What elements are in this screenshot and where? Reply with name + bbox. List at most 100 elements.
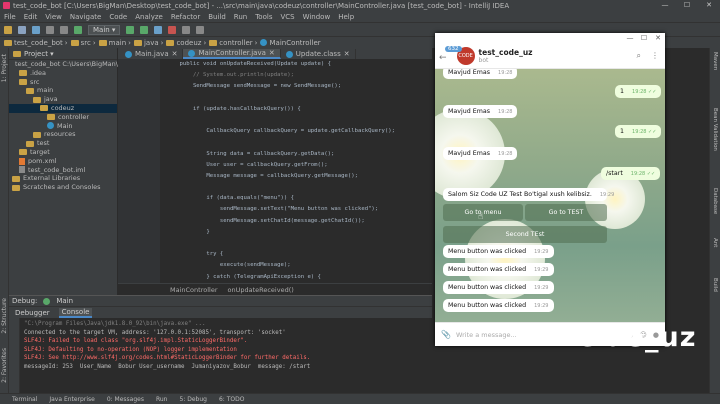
- tree-item[interactable]: main: [9, 86, 117, 95]
- project-tool-tab[interactable]: 1: Project: [1, 54, 8, 82]
- code-line[interactable]: CallbackQuery callbackQuery = update.get…: [166, 126, 428, 137]
- menu-tools[interactable]: Tools: [255, 13, 272, 21]
- nav-crumb-controller[interactable]: controller ›: [209, 39, 257, 47]
- tab-console[interactable]: Console: [58, 307, 93, 318]
- code-line[interactable]: [166, 137, 428, 148]
- message-incoming[interactable]: Mavjud Emas 19:28: [443, 105, 518, 118]
- message-incoming[interactable]: Menu button was clicked 19:29: [443, 245, 554, 258]
- debug-tab[interactable]: 5: Debug: [180, 396, 207, 403]
- code-line[interactable]: try {: [166, 249, 428, 260]
- message-outgoing[interactable]: 1 19:28 ✓✓: [615, 125, 662, 138]
- code-line[interactable]: }: [166, 227, 428, 238]
- code-line[interactable]: // System.out.println(update);: [166, 70, 428, 81]
- menu-build[interactable]: Build: [208, 13, 226, 21]
- sync-icon[interactable]: [32, 25, 40, 34]
- more-vert-icon[interactable]: ⋮: [651, 51, 659, 61]
- breadcrumb-method[interactable]: onUpdateReceived(): [228, 286, 294, 294]
- debug-session-tab[interactable]: Main: [56, 297, 73, 305]
- code-line[interactable]: Message message = callbackQuery.getMessa…: [166, 171, 428, 182]
- tree-item[interactable]: test: [9, 139, 117, 148]
- build-tool-tab[interactable]: Build: [712, 278, 718, 292]
- menu-code[interactable]: Code: [109, 13, 127, 21]
- back-arrow-icon[interactable]: ←: [439, 53, 447, 63]
- code-line[interactable]: sendMessage.setChatId(message.getChatId(…: [166, 216, 428, 227]
- chat-title[interactable]: test_code_uz bot: [479, 48, 533, 64]
- code-line[interactable]: sendMessage.setText("Menu button was cli…: [166, 204, 428, 215]
- bean-validation-tool-tab[interactable]: Bean Validation: [712, 108, 718, 151]
- tree-item[interactable]: pom.xml: [9, 157, 117, 166]
- tg-minimize-button[interactable]: —: [623, 33, 637, 43]
- save-icon[interactable]: [18, 25, 26, 34]
- tree-item[interactable]: .idea: [9, 69, 117, 78]
- tg-maximize-button[interactable]: ☐: [637, 33, 651, 43]
- code-line[interactable]: User user = callbackQuery.getFrom();: [166, 160, 428, 171]
- nav-crumb-project[interactable]: test_code_bot ›: [4, 39, 68, 47]
- todo-tab[interactable]: 6: TODO: [219, 396, 244, 403]
- inline-button-go-to-test[interactable]: Go to TEST: [525, 204, 607, 221]
- tree-item[interactable]: src: [9, 78, 117, 87]
- message-incoming[interactable]: Menu button was clicked 19:29: [443, 263, 554, 276]
- run-tab[interactable]: Run: [156, 396, 168, 403]
- code-line[interactable]: String data = callbackQuery.getData();: [166, 149, 428, 160]
- build-hammer-icon[interactable]: [74, 25, 82, 34]
- tree-item[interactable]: resources: [9, 130, 117, 139]
- nav-crumb-codeuz[interactable]: codeuz ›: [166, 39, 206, 47]
- run-config-select[interactable]: Main ▾: [88, 24, 121, 35]
- tree-item[interactable]: Main: [9, 122, 117, 131]
- code-line[interactable]: execute(sendMessage);: [166, 260, 428, 271]
- chat-history[interactable]: Mavjud Emas 19:28 1 19:28 ✓✓ Mavjud Emas 19…: [435, 69, 665, 322]
- message-incoming[interactable]: Mavjud Emas 19:28: [443, 147, 518, 160]
- menu-analyze[interactable]: Analyze: [135, 13, 163, 21]
- code-line[interactable]: if (update.hasCallbackQuery()) {: [166, 104, 428, 115]
- menu-view[interactable]: View: [45, 13, 62, 21]
- menu-help[interactable]: Help: [338, 13, 354, 21]
- tab-maincontroller-java[interactable]: MainController.java ✕: [183, 49, 281, 59]
- debug-icon[interactable]: [140, 25, 149, 34]
- tg-close-button[interactable]: ✕: [651, 33, 665, 43]
- back-icon[interactable]: [46, 25, 54, 34]
- code-line[interactable]: [166, 115, 428, 126]
- tree-item[interactable]: target: [9, 148, 117, 157]
- code-line[interactable]: [166, 238, 428, 249]
- maven-tool-tab[interactable]: Maven: [712, 52, 718, 70]
- breadcrumb-class[interactable]: MainController: [170, 286, 218, 294]
- database-tool-tab[interactable]: Database: [712, 188, 718, 214]
- inline-button-second-test[interactable]: Second TEst: [443, 226, 607, 243]
- code-line[interactable]: if (data.equals("menu")) {: [166, 193, 428, 204]
- menu-file[interactable]: File: [4, 13, 16, 21]
- tree-item[interactable]: External Libraries: [9, 174, 117, 183]
- nav-crumb-src[interactable]: src ›: [70, 39, 96, 47]
- close-button[interactable]: ✕: [698, 0, 720, 11]
- tree-item[interactable]: test_code_bot.iml: [9, 166, 117, 175]
- open-folder-icon[interactable]: [4, 25, 12, 34]
- message-outgoing[interactable]: 1 19:28 ✓✓: [615, 85, 662, 98]
- project-structure-icon[interactable]: [182, 25, 191, 34]
- maximize-button[interactable]: ☐: [676, 0, 698, 11]
- tree-item[interactable]: test_code_bot C:\Users\BigMan\D: [9, 60, 123, 69]
- message-incoming[interactable]: Menu button was clicked 19:29: [443, 281, 554, 294]
- structure-tool-tab[interactable]: 2: Structure: [1, 298, 8, 334]
- ant-tool-tab[interactable]: Ant: [712, 238, 718, 247]
- tab-update-class[interactable]: Update.class ✕: [281, 49, 356, 59]
- nav-crumb-maincontroller[interactable]: MainController: [260, 39, 321, 47]
- menu-edit[interactable]: Edit: [24, 13, 38, 21]
- menu-refactor[interactable]: Refactor: [171, 13, 200, 21]
- tree-item[interactable]: controller: [9, 113, 117, 122]
- console-output[interactable]: "C:\Program Files\Java\jdk1.8.0_92\bin\j…: [24, 320, 429, 371]
- run-icon[interactable]: [126, 25, 135, 34]
- menu-window[interactable]: Window: [303, 13, 331, 21]
- code-line[interactable]: [166, 182, 428, 193]
- forward-icon[interactable]: [60, 25, 68, 34]
- tab-main-java[interactable]: Main.java ✕: [120, 49, 184, 59]
- search-everywhere-icon[interactable]: [196, 25, 205, 34]
- messages-tab[interactable]: 0: Messages: [107, 396, 144, 403]
- code-line[interactable]: SendMessage sendMessage = new SendMessag…: [166, 81, 428, 92]
- tree-item[interactable]: java: [9, 95, 117, 104]
- attach-paperclip-icon[interactable]: 📎: [441, 330, 451, 339]
- message-incoming[interactable]: Menu button was clicked 19:29: [443, 299, 554, 312]
- project-view-select[interactable]: Project ▾: [24, 50, 54, 58]
- code-line[interactable]: [166, 93, 428, 104]
- terminal-tab[interactable]: Terminal: [12, 396, 37, 403]
- nav-crumb-main[interactable]: main ›: [98, 39, 131, 47]
- tab-debugger[interactable]: Debugger: [12, 309, 53, 317]
